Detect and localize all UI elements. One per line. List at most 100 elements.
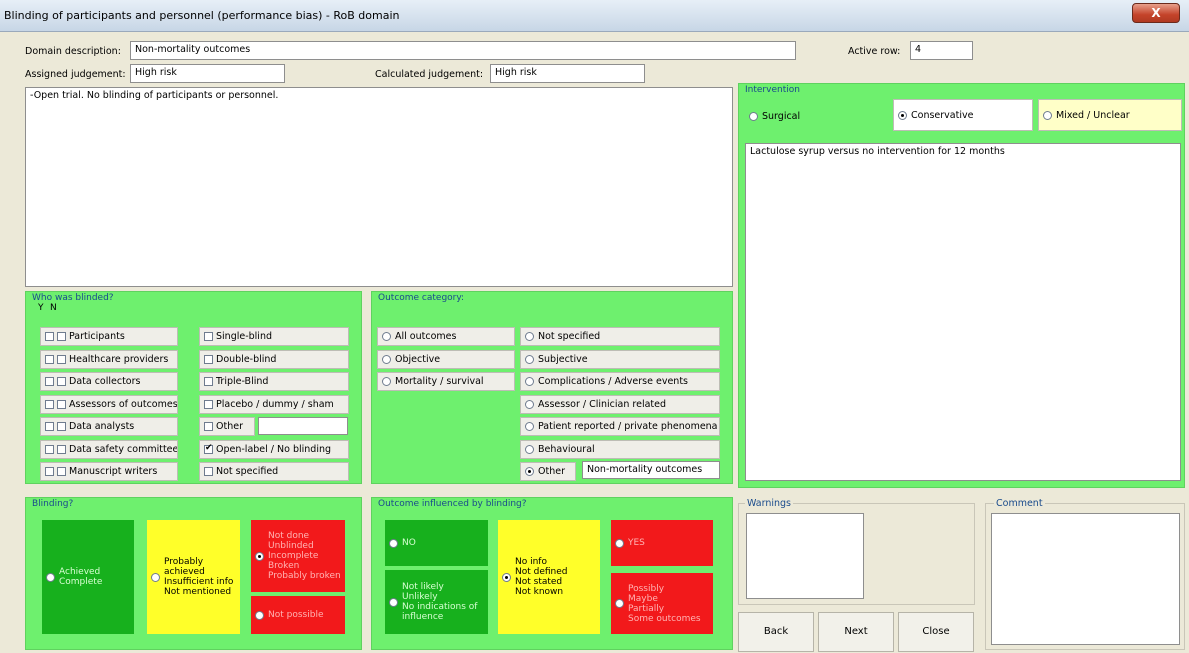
role-yes-checkbox[interactable]	[45, 399, 54, 409]
outcome-radio[interactable]	[525, 444, 534, 454]
outcome-label: Other	[538, 466, 565, 477]
blinding-type-triple-blind[interactable]: Triple-Blind	[199, 372, 349, 391]
role-row-assessors-of-outcomes[interactable]: Assessors of outcomes	[40, 394, 178, 414]
intervention-option-mixed[interactable]: Mixed / Unclear	[1038, 99, 1182, 131]
blinding-type-checkbox[interactable]	[204, 422, 213, 431]
blinding-type-open-label-no-blinding[interactable]: Open-label / No blinding	[199, 439, 349, 459]
role-yes-checkbox[interactable]	[45, 377, 54, 386]
outcome-radio[interactable]	[382, 354, 391, 364]
outcome-option-subjective[interactable]: Subjective	[520, 349, 720, 369]
other-blinding-input[interactable]	[258, 417, 348, 435]
blinding-type-double-blind[interactable]: Double-blind	[199, 349, 349, 369]
warnings-box[interactable]	[746, 513, 864, 599]
assigned-judgement-input[interactable]: High risk	[130, 64, 285, 83]
blinding-type-other[interactable]: Other	[199, 417, 255, 436]
role-row-data-analysts[interactable]: Data analysts	[40, 417, 178, 436]
outcome-radio[interactable]	[525, 467, 534, 476]
outcome-option-not-specified[interactable]: Not specified	[520, 327, 720, 346]
role-no-checkbox[interactable]	[57, 354, 66, 364]
role-row-manuscript-writers[interactable]: Manuscript writers	[40, 462, 178, 481]
outcome-label: Behavioural	[538, 443, 595, 455]
outcome-option-objective[interactable]: Objective	[377, 349, 515, 369]
role-no-checkbox[interactable]	[57, 377, 66, 386]
outcome-radio[interactable]	[525, 354, 534, 364]
next-button[interactable]: Next	[818, 612, 894, 652]
domain-description-input[interactable]: Non-mortality outcomes	[130, 41, 796, 60]
influenced-no-option[interactable]: NO	[385, 520, 488, 566]
influenced-no-info-option[interactable]: No info Not defined Not stated Not known	[498, 520, 600, 634]
comment-textarea[interactable]	[991, 513, 1180, 645]
blinding-type-placebo-dummy-sham[interactable]: Placebo / dummy / sham	[199, 394, 349, 414]
outcome-option-patient-reported-private-phenomena[interactable]: Patient reported / private phenomena	[520, 417, 720, 436]
blinding-type-checkbox[interactable]	[204, 332, 213, 341]
role-label: Manuscript writers	[69, 466, 158, 477]
role-label: Healthcare providers	[69, 353, 169, 365]
blinding-achieved-option[interactable]: Achieved Complete	[42, 520, 134, 634]
outcome-option-behavioural[interactable]: Behavioural	[520, 439, 720, 459]
blinding-achieved-radio[interactable]	[46, 572, 55, 582]
blinding-type-single-blind[interactable]: Single-blind	[199, 327, 349, 346]
outcome-label: Patient reported / private phenomena	[538, 421, 718, 432]
notes-textarea[interactable]: -Open trial. No blinding of participants…	[25, 87, 733, 287]
blinding-not-done-option[interactable]: Not done Unblinded Incomplete Broken Pro…	[251, 520, 345, 592]
role-no-checkbox[interactable]	[57, 332, 66, 341]
outcome-radio[interactable]	[382, 332, 391, 341]
influenced-no-info-radio[interactable]	[502, 572, 511, 582]
influenced-possibly-option[interactable]: Possibly Maybe Partially Some outcomes	[611, 573, 713, 634]
blinding-type-checkbox[interactable]	[204, 377, 213, 386]
blinding-probably-radio[interactable]	[151, 572, 160, 582]
calculated-judgement-input[interactable]: High risk	[490, 64, 645, 83]
outcome-option-all-outcomes[interactable]: All outcomes	[377, 327, 515, 346]
outcome-option-complications-adverse-events[interactable]: Complications / Adverse events	[520, 372, 720, 391]
outcome-option-assessor-clinician-related[interactable]: Assessor / Clinician related	[520, 394, 720, 414]
intervention-description[interactable]: Lactulose syrup versus no intervention f…	[745, 143, 1181, 481]
role-no-checkbox[interactable]	[57, 467, 66, 476]
outcome-radio[interactable]	[525, 377, 534, 386]
influenced-not-likely-radio[interactable]	[389, 597, 398, 607]
influenced-possibly-radio[interactable]	[615, 599, 624, 608]
outcome-label: Not specified	[538, 331, 601, 342]
active-row-input[interactable]: 4	[910, 41, 973, 60]
close-button[interactable]: Close	[898, 612, 974, 652]
intervention-option-surgical[interactable]: Surgical	[745, 101, 892, 131]
blinding-probably-option[interactable]: Probably achieved Insufficient info Not …	[147, 520, 240, 634]
role-yes-checkbox[interactable]	[45, 332, 54, 341]
role-row-participants[interactable]: Participants	[40, 327, 178, 346]
outcome-option-mortality-survival[interactable]: Mortality / survival	[377, 372, 515, 391]
role-yes-checkbox[interactable]	[45, 467, 54, 476]
role-yes-checkbox[interactable]	[45, 354, 54, 364]
role-no-checkbox[interactable]	[57, 444, 66, 454]
window-close-button[interactable]: X	[1132, 3, 1180, 23]
blinding-type-checkbox[interactable]	[204, 354, 213, 364]
influenced-not-likely-option[interactable]: Not likely Unlikely No indications of in…	[385, 570, 488, 634]
mixed-radio[interactable]	[1043, 110, 1052, 120]
role-yes-checkbox[interactable]	[45, 444, 54, 454]
influenced-yes-radio[interactable]	[615, 538, 624, 548]
role-row-data-collectors[interactable]: Data collectors	[40, 372, 178, 391]
role-no-checkbox[interactable]	[57, 399, 66, 409]
surgical-radio[interactable]	[749, 111, 758, 121]
back-button[interactable]: Back	[738, 612, 814, 652]
role-no-checkbox[interactable]	[57, 422, 66, 431]
outcome-radio[interactable]	[525, 399, 534, 409]
blinding-not-possible-radio[interactable]	[255, 610, 264, 620]
conservative-radio[interactable]	[898, 110, 907, 120]
blinding-type-checkbox[interactable]	[204, 467, 213, 476]
role-row-healthcare-providers[interactable]: Healthcare providers	[40, 349, 178, 369]
influenced-yes-option[interactable]: YES	[611, 520, 713, 566]
role-yes-checkbox[interactable]	[45, 422, 54, 431]
outcome-radio[interactable]	[525, 332, 534, 341]
outcome-radio[interactable]	[525, 422, 534, 431]
influenced-no-radio[interactable]	[389, 538, 398, 548]
blinding-not-possible-option[interactable]: Not possible	[251, 596, 345, 634]
other-outcome-input[interactable]: Non-mortality outcomes	[582, 461, 720, 479]
blinding-type-checkbox[interactable]	[204, 399, 213, 409]
intervention-option-conservative[interactable]: Conservative	[893, 99, 1033, 131]
blinding-type-not-specified[interactable]: Not specified	[199, 462, 349, 481]
blinding-type-checkbox[interactable]	[204, 443, 213, 454]
role-row-data-safety-committee[interactable]: Data safety committee	[40, 439, 178, 459]
domain-description-label: Domain description:	[25, 46, 121, 57]
blinding-not-done-radio[interactable]	[255, 551, 264, 561]
outcome-radio[interactable]	[382, 377, 391, 386]
outcome-option-other[interactable]: Other	[520, 462, 576, 481]
